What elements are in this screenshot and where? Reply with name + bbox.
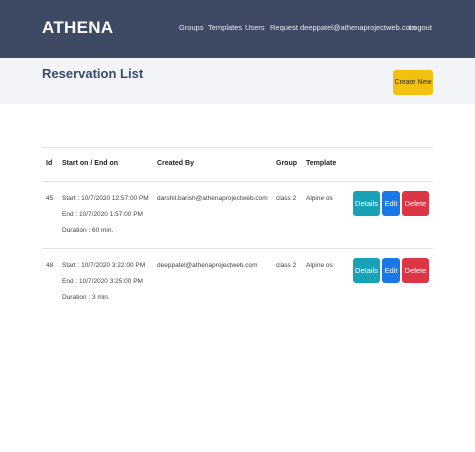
duration: Duration : 60 min.: [62, 227, 114, 234]
start-time: Start : 10/7/2020 12:57:00 PM: [62, 195, 149, 202]
start-time: Start : 10/7/2020 3:22:00 PM: [62, 262, 146, 269]
delete-button[interactable]: Delete: [402, 258, 429, 283]
column-header-group[interactable]: Group: [276, 160, 297, 167]
reservation-id: 48: [46, 262, 54, 269]
created-by: darshil.barish@athenaprojectweb.com: [157, 195, 268, 202]
column-header-template[interactable]: Template: [306, 160, 336, 167]
nav-link-users[interactable]: Users: [245, 23, 265, 32]
edit-button[interactable]: Edit: [382, 191, 400, 216]
duration: Duration : 3 min.: [62, 294, 110, 301]
edit-button[interactable]: Edit: [382, 258, 400, 283]
nav-link-logout[interactable]: Logout: [409, 23, 432, 32]
group: class 2: [276, 262, 297, 269]
nav-link-request[interactable]: Request: [270, 23, 298, 32]
reservation-id: 45: [46, 195, 54, 202]
column-header-id[interactable]: Id: [46, 160, 52, 167]
delete-button[interactable]: Delete: [402, 191, 429, 216]
group: class 2: [276, 195, 297, 202]
reservation-schedule: Start : 10/7/2020 12:57:00 PM End : 10/7…: [62, 191, 149, 239]
nav-link-templates[interactable]: Templates: [208, 23, 242, 32]
details-button[interactable]: Details: [353, 258, 380, 283]
table-row-divider: [42, 248, 433, 249]
end-time: End : 10/7/2020 1:57:00 PM: [62, 211, 143, 218]
table-top-border: [42, 147, 433, 148]
page-title: Reservation List: [42, 66, 144, 81]
template: Alpine os: [306, 262, 333, 269]
created-by: deeppatel@athenaprojectweb.com: [157, 262, 258, 269]
nav-link-user-email[interactable]: deeppatel@athenaprojectweb.com: [300, 23, 416, 32]
reservation-schedule: Start : 10/7/2020 3:22:00 PM End : 10/7/…: [62, 258, 145, 306]
column-header-created-by[interactable]: Created By: [157, 160, 194, 167]
template: Alpine os: [306, 195, 333, 202]
end-time: End : 10/7/2020 3:25:00 PM: [62, 278, 143, 285]
column-header-start-end[interactable]: Start on / End on: [62, 160, 118, 167]
nav-link-groups[interactable]: Groups: [179, 23, 204, 32]
create-new-button[interactable]: Create New: [393, 70, 433, 95]
brand-logo[interactable]: ATHENA: [42, 18, 113, 38]
table-header-divider: [42, 181, 433, 182]
details-button[interactable]: Details: [353, 191, 380, 216]
